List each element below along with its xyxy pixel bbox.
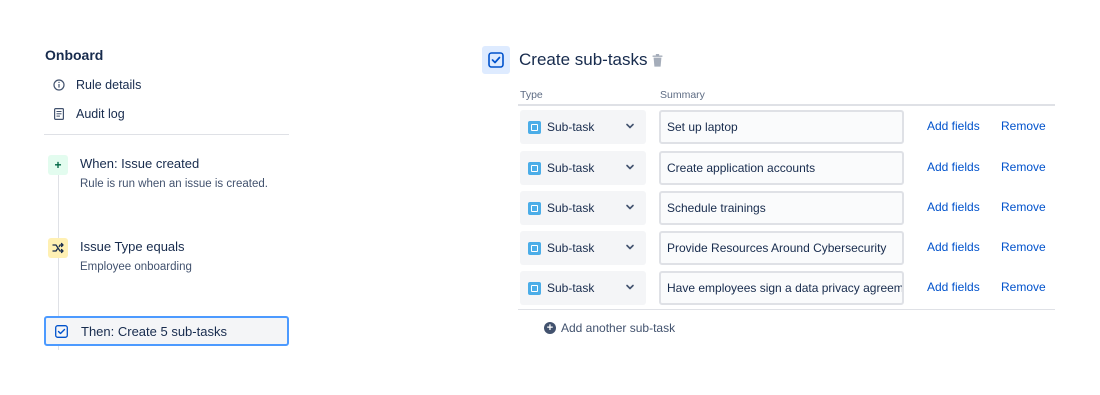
action-title: Then: Create 5 sub-tasks <box>81 323 227 339</box>
add-fields-link[interactable]: Add fields <box>927 160 980 174</box>
type-select[interactable]: Sub-task <box>520 191 646 225</box>
summary-input[interactable]: Provide Resources Around Cybersecurity <box>659 231 904 265</box>
trigger-description: Rule is run when an issue is created. <box>80 178 268 190</box>
chevron-down-icon <box>626 204 634 210</box>
trigger-title: When: Issue created <box>80 156 200 171</box>
shuffle-icon <box>48 238 68 258</box>
type-select[interactable]: Sub-task <box>520 271 646 305</box>
add-fields-link[interactable]: Add fields <box>927 280 980 294</box>
type-select[interactable]: Sub-task <box>520 231 646 265</box>
chevron-down-icon <box>626 123 634 129</box>
remove-link[interactable]: Remove <box>1001 119 1046 133</box>
type-select[interactable]: Sub-task <box>520 110 646 144</box>
plus-circle-icon: + <box>544 322 556 334</box>
nav-rule-details[interactable]: Rule details <box>52 74 141 96</box>
subtask-row: Sub-task Create application accounts Add… <box>520 151 1055 185</box>
subtask-type-icon <box>528 161 541 175</box>
type-select-value: Sub-task <box>547 201 595 215</box>
rule-sidebar: Onboard Rule details Audit log + When: I… <box>44 0 290 395</box>
condition-title: Issue Type equals <box>80 239 185 254</box>
type-select-value: Sub-task <box>547 241 595 255</box>
subtask-type-icon <box>528 241 541 255</box>
add-fields-link[interactable]: Add fields <box>927 119 980 133</box>
summary-input[interactable]: Set up laptop <box>659 110 904 144</box>
summary-input[interactable]: Create application accounts <box>659 151 904 185</box>
subtask-icon <box>482 46 510 74</box>
subtask-type-icon <box>528 201 541 215</box>
column-header-type: Type <box>520 89 543 101</box>
condition-step[interactable]: Issue Type equals Employee onboarding <box>48 238 192 275</box>
condition-description: Employee onboarding <box>80 261 192 273</box>
nav-audit-log-label: Audit log <box>76 107 125 121</box>
remove-link[interactable]: Remove <box>1001 200 1046 214</box>
add-fields-link[interactable]: Add fields <box>927 200 980 214</box>
summary-input[interactable]: Have employees sign a data privacy agree… <box>659 271 904 305</box>
info-icon <box>52 78 66 92</box>
type-select[interactable]: Sub-task <box>520 151 646 185</box>
rule-name: Onboard <box>45 47 104 63</box>
trigger-step[interactable]: + When: Issue created Rule is run when a… <box>48 155 268 192</box>
chevron-down-icon <box>626 164 634 170</box>
nav-audit-log[interactable]: Audit log <box>52 103 125 125</box>
type-select-value: Sub-task <box>547 120 595 134</box>
trash-icon[interactable] <box>652 54 664 68</box>
plus-icon: + <box>48 155 68 175</box>
type-select-value: Sub-task <box>547 161 595 175</box>
action-step[interactable]: Then: Create 5 sub-tasks <box>44 316 289 346</box>
add-another-subtask-button[interactable]: + Add another sub-task <box>544 321 675 335</box>
column-header-summary: Summary <box>660 89 705 101</box>
footer-divider <box>518 309 1055 310</box>
document-icon <box>52 107 66 121</box>
remove-link[interactable]: Remove <box>1001 240 1046 254</box>
sidebar-divider <box>44 134 289 135</box>
subtask-icon <box>52 322 70 340</box>
remove-link[interactable]: Remove <box>1001 280 1046 294</box>
nav-rule-details-label: Rule details <box>76 78 142 92</box>
chevron-down-icon <box>626 244 634 250</box>
subtask-row: Sub-task Provide Resources Around Cybers… <box>520 231 1055 265</box>
type-select-value: Sub-task <box>547 281 595 295</box>
editor-title: Create sub-tasks <box>519 50 648 69</box>
add-another-label: Add another sub-task <box>561 321 676 335</box>
header-divider <box>518 104 1055 106</box>
chevron-down-icon <box>626 284 634 290</box>
subtask-row: Sub-task Schedule trainings Add fields R… <box>520 191 1055 225</box>
subtask-row: Sub-task Have employees sign a data priv… <box>520 271 1055 305</box>
subtask-row: Sub-task Set up laptop Add fields Remove <box>520 110 1055 144</box>
subtask-type-icon <box>528 120 541 134</box>
summary-input[interactable]: Schedule trainings <box>659 191 904 225</box>
remove-link[interactable]: Remove <box>1001 160 1046 174</box>
add-fields-link[interactable]: Add fields <box>927 240 980 254</box>
subtask-type-icon <box>528 281 541 295</box>
